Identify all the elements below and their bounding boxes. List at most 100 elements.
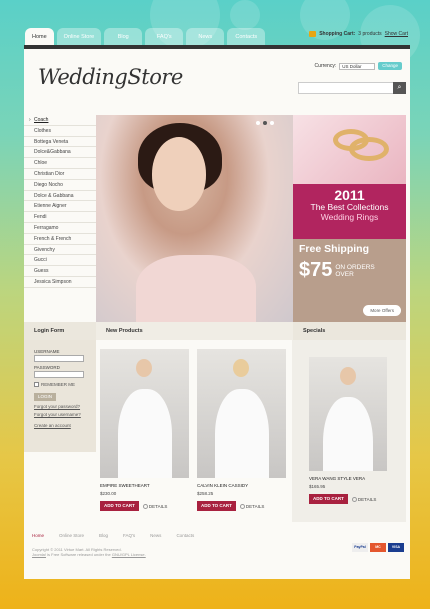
on-orders: ON ORDERS <box>335 263 375 271</box>
main-nav-tabs: Home Online Store Blog FAQ's News Contac… <box>25 28 266 45</box>
slide-dot[interactable] <box>270 121 274 125</box>
tab-contacts[interactable]: Contacts <box>227 28 266 45</box>
create-account-link[interactable]: Create an account <box>34 423 86 428</box>
product-image[interactable] <box>197 349 286 478</box>
details-link[interactable]: DETAILS <box>351 496 377 502</box>
gpl-link[interactable]: GNU/GPL License. <box>112 552 146 557</box>
currency-select[interactable]: US Dollar <box>339 62 376 70</box>
visa-icon: VISA <box>388 543 404 552</box>
details-link[interactable]: DETAILS <box>239 503 264 509</box>
footer-link-blog[interactable]: Blog <box>99 533 108 538</box>
slideshow-dots <box>256 121 274 125</box>
product-image[interactable] <box>309 357 387 471</box>
tab-news[interactable]: News <box>186 28 225 45</box>
tab-blog[interactable]: Blog <box>104 28 143 45</box>
forgot-password-link[interactable]: Forgot your password? <box>34 404 86 409</box>
change-currency-button[interactable]: Change <box>378 62 402 70</box>
details-label: DETAILS <box>357 496 377 502</box>
details-icon <box>239 503 245 509</box>
product-card: Calvin Klein Cassidy $258.25 ADD TO CART… <box>197 349 286 511</box>
add-to-cart-button[interactable]: ADD TO CART <box>309 494 348 504</box>
slide-dot[interactable] <box>256 121 260 125</box>
license-text: is Free Software released under the <box>46 552 112 557</box>
currency-label: Currency: <box>314 63 337 69</box>
category-item[interactable]: Clothes <box>24 126 96 137</box>
collections-banner[interactable]: 2011 The Best Collections Wedding Rings <box>293 184 406 239</box>
category-item[interactable]: Fendi <box>24 212 96 223</box>
category-item[interactable]: Bottega Veneta <box>24 137 96 148</box>
details-label: DETAILS <box>148 503 168 509</box>
category-item[interactable]: Jessica Simpson <box>24 277 96 288</box>
username-label: USERNAME <box>34 349 60 354</box>
tab-online-store[interactable]: Online Store <box>56 28 102 45</box>
login-button[interactable]: LOGIN <box>34 393 56 401</box>
footer-nav: Home Online Store Blog FAQ's News Contac… <box>24 533 410 538</box>
rings-photo-banner[interactable] <box>293 115 406 184</box>
mastercard-icon: MC <box>370 543 386 552</box>
search-input[interactable] <box>298 82 394 94</box>
paypal-icon: PayPal <box>352 543 368 552</box>
slide-dot-active[interactable] <box>263 121 267 125</box>
specials-heading: Specials <box>293 322 406 340</box>
show-cart-link[interactable]: Show Cart <box>385 31 408 37</box>
product-card: Empire Sweetheart $230.00 ADD TO CART DE… <box>100 349 189 511</box>
shopping-cart-bar: Shopping Cart: 3 products Show Cart <box>309 31 408 37</box>
footer-link-home[interactable]: Home <box>32 533 44 538</box>
footer-link-contacts[interactable]: Contacts <box>176 533 194 538</box>
details-icon <box>142 503 148 509</box>
more-offers-button[interactable]: More Offers <box>363 305 401 316</box>
cart-label: Shopping Cart: <box>319 31 356 37</box>
cart-icon <box>309 31 317 37</box>
category-item[interactable]: French & French <box>24 234 96 245</box>
search-button[interactable]: ⌕ <box>393 82 406 94</box>
payment-methods: PayPal MC VISA <box>352 543 404 552</box>
login-form-heading: Login Form <box>24 322 96 340</box>
hero-slideshow-image[interactable] <box>96 115 293 322</box>
product-name[interactable]: Empire Sweetheart <box>100 483 189 488</box>
category-item[interactable]: Givenchy <box>24 245 96 256</box>
category-item[interactable]: Guess <box>24 266 96 277</box>
joomla-link[interactable]: Joomla! <box>32 552 46 557</box>
free-shipping-title: Free Shipping <box>299 243 370 255</box>
product-name[interactable]: Vera Wang Style Vera <box>309 476 387 481</box>
add-to-cart-button[interactable]: ADD TO CART <box>100 501 139 511</box>
category-item[interactable]: Dolce & Gabbana <box>24 191 96 202</box>
product-image[interactable] <box>100 349 189 478</box>
category-item[interactable]: Coach <box>24 115 96 126</box>
search-icon: ⌕ <box>397 84 402 91</box>
currency-selector: Currency: US Dollar Change <box>315 62 402 70</box>
ring-icon <box>349 137 389 161</box>
over: OVER <box>335 270 354 278</box>
special-product-card: Vera Wang Style Vera $165.95 ADD TO CART… <box>309 357 387 504</box>
category-item[interactable]: Chloe <box>24 158 96 169</box>
details-link[interactable]: DETAILS <box>142 503 168 509</box>
free-shipping-banner[interactable]: Free Shipping $75 ON ORDERS OVER More Off… <box>293 239 406 322</box>
banner-rings: Wedding Rings <box>320 212 379 222</box>
category-item[interactable]: Gucci <box>24 255 96 267</box>
category-item[interactable]: Etienne Aigner <box>24 201 96 213</box>
category-item[interactable]: Christian Dior <box>24 169 96 180</box>
site-logo[interactable]: WeddingStore <box>38 65 183 89</box>
remember-me-checkbox[interactable] <box>34 382 39 387</box>
remember-me-label: REMEMBER ME <box>41 382 76 387</box>
username-field[interactable] <box>34 355 84 362</box>
category-item[interactable]: Ferragamo <box>24 223 96 234</box>
category-list: Coach Clothes Bottega Veneta Dolce&Gabba… <box>24 115 96 288</box>
footer-link-faqs[interactable]: FAQ's <box>123 533 135 538</box>
tab-faqs[interactable]: FAQ's <box>145 28 184 45</box>
product-price: $230.00 <box>100 491 117 496</box>
details-icon <box>351 496 357 502</box>
tab-home[interactable]: Home <box>25 28 54 45</box>
logo-part1: Wedding <box>38 65 128 89</box>
hero-dress <box>136 255 256 322</box>
product-name[interactable]: Calvin Klein Cassidy <box>197 483 286 488</box>
category-item[interactable]: Dolce&Gabbana <box>24 147 96 159</box>
footer-link-online-store[interactable]: Online Store <box>59 533 84 538</box>
product-price: $258.25 <box>197 491 214 496</box>
password-field[interactable] <box>34 371 84 378</box>
footer: Home Online Store Blog FAQ's News Contac… <box>24 533 410 557</box>
add-to-cart-button[interactable]: ADD TO CART <box>197 501 236 511</box>
forgot-username-link[interactable]: Forgot your username? <box>34 412 86 417</box>
footer-link-news[interactable]: News <box>150 533 161 538</box>
category-item[interactable]: Diego Nocho <box>24 180 96 191</box>
